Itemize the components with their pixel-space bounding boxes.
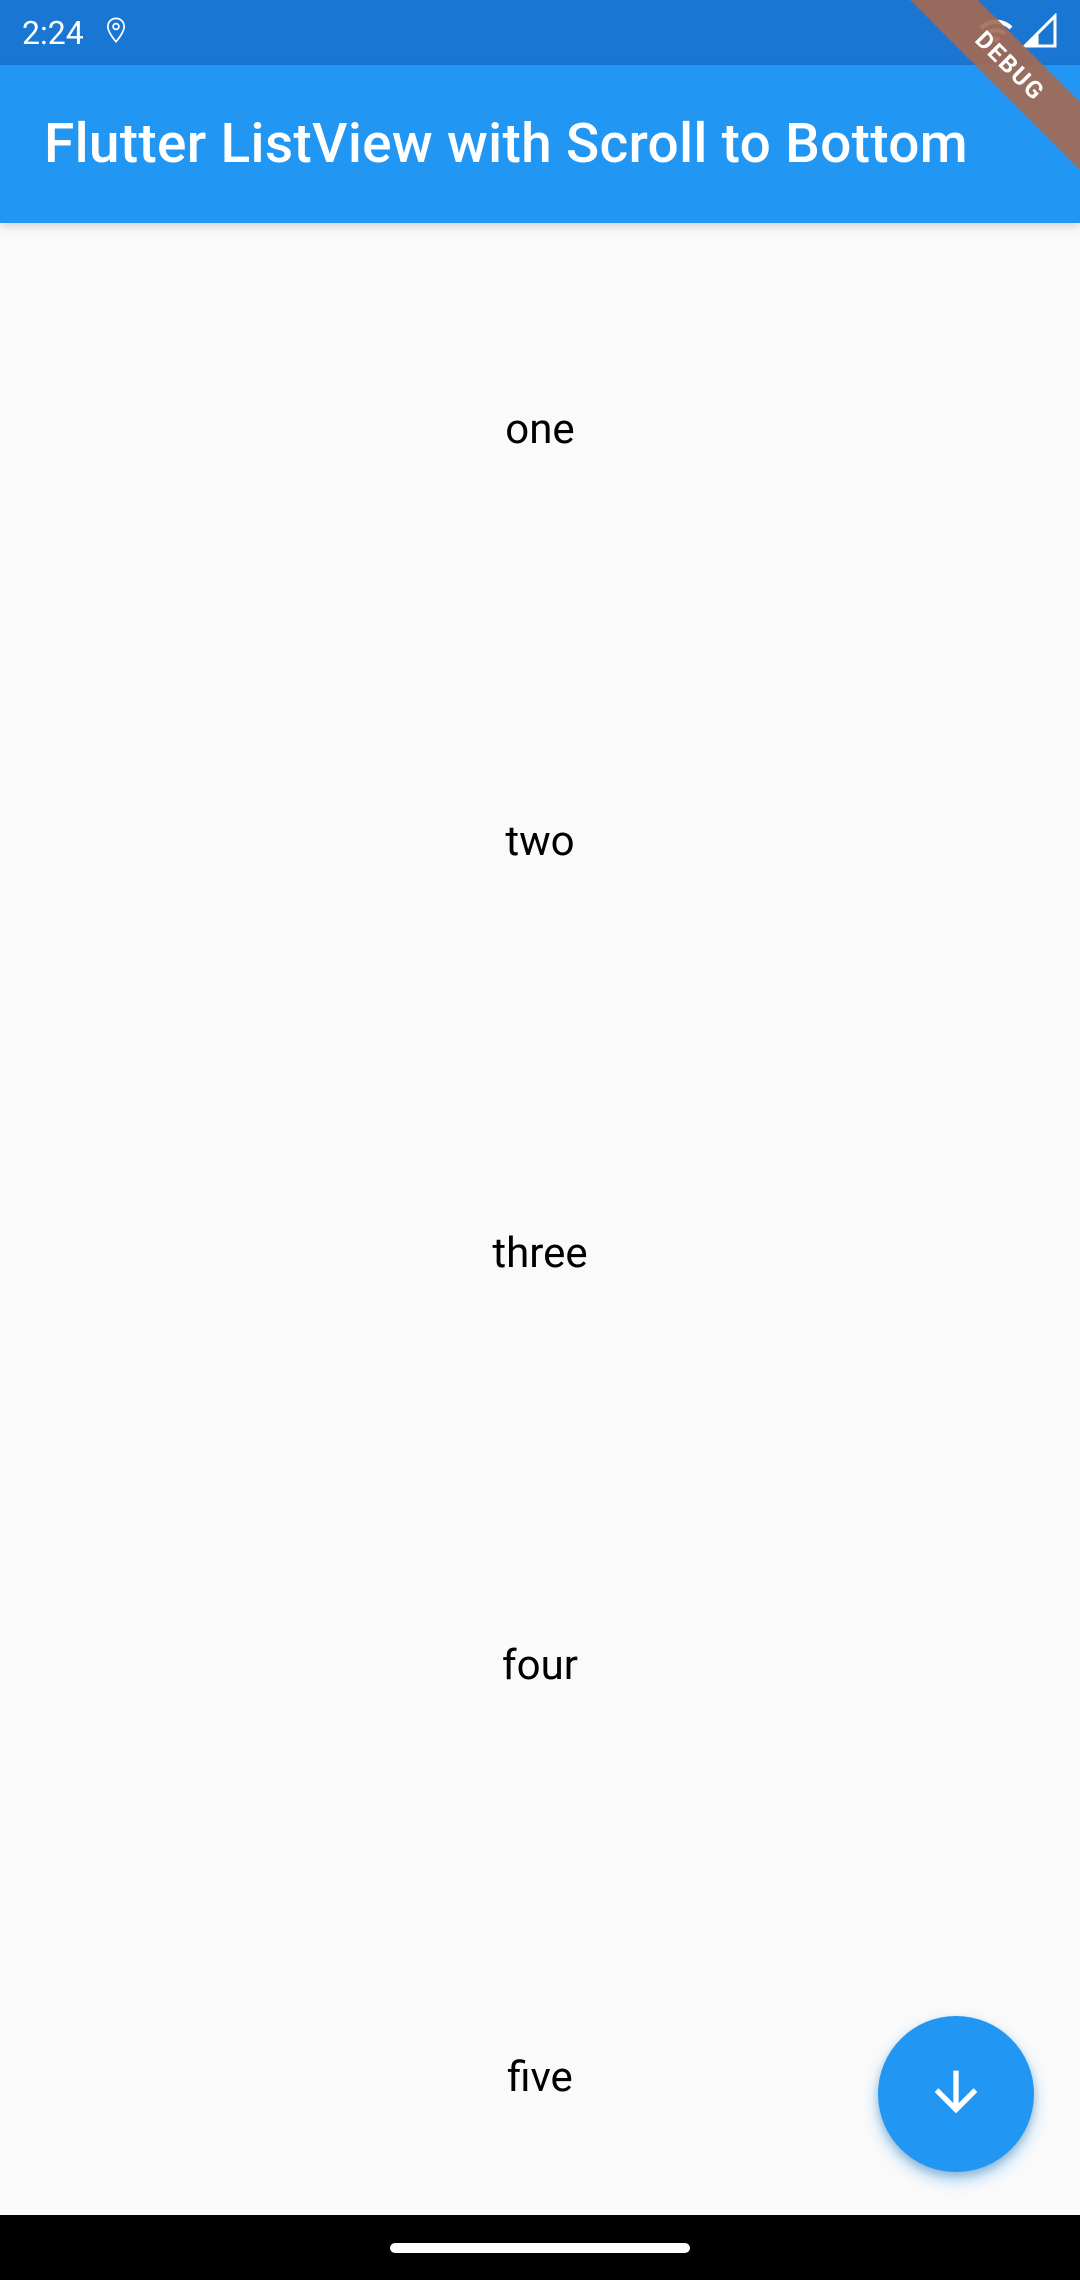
- status-bar: 2:24: [0, 0, 1080, 65]
- list-item-label: one: [505, 405, 574, 454]
- page-title: Flutter ListView with Scroll to Bottom: [44, 112, 968, 176]
- wifi-icon: [978, 13, 1014, 53]
- status-bar-right: [978, 13, 1058, 53]
- list-item-label: four: [502, 1641, 578, 1690]
- status-time: 2:24: [22, 14, 84, 52]
- signal-icon: [1022, 13, 1058, 53]
- list-item: two: [0, 635, 1080, 1047]
- nav-bar: [0, 2215, 1080, 2280]
- list-item-label: three: [492, 1229, 587, 1278]
- list-item: four: [0, 1459, 1080, 1871]
- nav-handle[interactable]: [390, 2243, 690, 2253]
- list-view[interactable]: one two three four five: [0, 223, 1080, 2215]
- list-item-label: five: [507, 2053, 573, 2102]
- arrow-down-icon: [924, 2060, 988, 2128]
- app-bar: Flutter ListView with Scroll to Bottom: [0, 65, 1080, 223]
- status-bar-left: 2:24: [22, 14, 130, 52]
- device-frame: DEBUG 2:24 Flutter ListView with Scroll …: [0, 0, 1080, 2280]
- list-item: three: [0, 1047, 1080, 1459]
- list-item-label: two: [505, 817, 574, 866]
- location-icon: [102, 14, 130, 52]
- list-item: one: [0, 223, 1080, 635]
- scroll-to-bottom-button[interactable]: [878, 2016, 1034, 2172]
